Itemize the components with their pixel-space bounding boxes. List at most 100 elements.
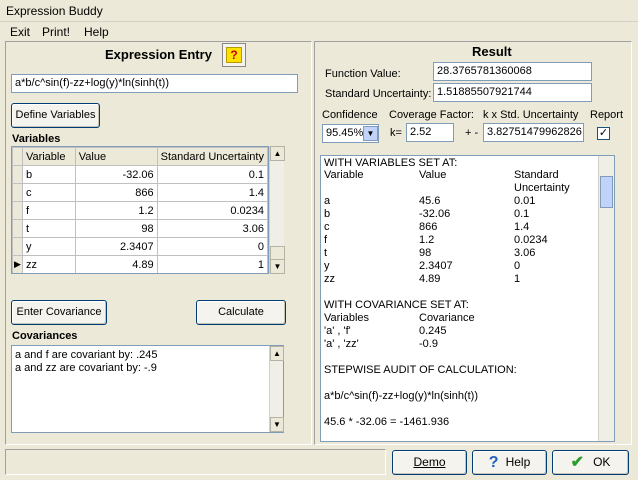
output-cov-col-covariance: Covariance [419, 312, 475, 324]
plus-minus-label: + - [465, 127, 479, 139]
confidence-value: 95.45% [326, 127, 364, 139]
variables-grid[interactable]: Variable Value Standard Uncertainty b -3… [11, 146, 269, 274]
row-indicator [12, 201, 23, 220]
cell-uncertainty[interactable]: 0 [156, 237, 268, 256]
menu-exit[interactable]: Exit [10, 25, 30, 39]
function-value-label: Function Value: [325, 68, 401, 80]
covariances-textarea[interactable]: a and f are covariant by: .245 a and zz … [11, 345, 284, 433]
calculate-button[interactable]: Calculate [196, 300, 286, 325]
cell-variable[interactable]: b [21, 165, 76, 184]
scroll-down-icon[interactable]: ▼ [270, 417, 284, 432]
table-row[interactable]: t 98 3.06 [12, 219, 268, 238]
cell-variable[interactable]: zz [21, 255, 76, 273]
cell-value[interactable]: 866 [74, 183, 158, 202]
menu-print[interactable]: Print! [42, 25, 70, 39]
coverage-factor-label: Coverage Factor: [389, 109, 474, 121]
status-bar [5, 449, 386, 475]
cell-value[interactable]: 2.3407 [74, 237, 158, 256]
ok-button[interactable]: ✔ OK [552, 450, 629, 475]
grid-scrollbar[interactable]: ▲ ▼ [269, 146, 285, 274]
cell-value[interactable]: -32.06 [74, 165, 158, 184]
demo-button[interactable]: Demo [392, 450, 467, 475]
row-indicator [12, 165, 23, 184]
row-indicator [12, 219, 23, 238]
expression-entry-heading: Expression Entry [105, 47, 212, 62]
cell-uncertainty[interactable]: 1 [156, 255, 268, 273]
output-var-name: a [324, 195, 331, 207]
grid-corner [12, 147, 23, 166]
function-value-field[interactable]: 28.3765781360068 [433, 62, 592, 81]
covariance-line: a and f are covariant by: .245 [15, 349, 158, 361]
grid-header-variable: Variable [21, 147, 76, 166]
output-col-value: Value [419, 169, 447, 181]
output-cov-col-variables: Variables [324, 312, 370, 324]
scroll-thumb[interactable] [600, 176, 613, 208]
output-scrollbar[interactable] [598, 156, 614, 441]
chevron-down-icon[interactable]: ▼ [363, 126, 378, 141]
std-uncertainty-field[interactable]: 1.51885507921744 [433, 83, 592, 102]
confidence-select[interactable]: 95.45% ▼ [322, 124, 379, 143]
cell-value[interactable]: 1.2 [74, 201, 158, 220]
output-var-value: 2.3407 [419, 260, 453, 272]
cell-variable[interactable]: y [21, 237, 76, 256]
grid-header-row: Variable Value Standard Uncertainty [12, 147, 268, 166]
output-col-variable: Variable [324, 169, 364, 181]
covariances-label: Covariances [12, 330, 78, 342]
output-audit-header: STEPWISE AUDIT OF CALCULATION: [324, 364, 517, 376]
row-indicator [12, 237, 23, 256]
current-row-arrow-icon: ▶ [12, 255, 23, 273]
output-var-unc: 0 [514, 260, 521, 272]
report-checkbox[interactable]: ✓ [597, 127, 610, 140]
output-var-name: b [324, 208, 331, 220]
define-variables-button[interactable]: Define Variables [11, 103, 100, 128]
output-var-name: t [324, 247, 328, 259]
scroll-up-icon[interactable]: ▲ [270, 146, 285, 161]
cell-uncertainty[interactable]: 1.4 [156, 183, 268, 202]
grid-header-value: Value [74, 147, 158, 166]
scroll-down-icon[interactable]: ▼ [270, 259, 285, 274]
table-row[interactable]: ▶ zz 4.89 1 [12, 255, 268, 273]
table-row[interactable]: y 2.3407 0 [12, 237, 268, 256]
output-cov-value: 0.245 [419, 325, 447, 337]
cell-uncertainty[interactable]: 0.0234 [156, 201, 268, 220]
table-row[interactable]: b -32.06 0.1 [12, 165, 268, 184]
confidence-label: Confidence [322, 109, 378, 121]
cell-uncertainty[interactable]: 3.06 [156, 219, 268, 238]
table-row[interactable]: c 866 1.4 [12, 183, 268, 202]
cell-variable[interactable]: c [21, 183, 76, 202]
cell-value[interactable]: 4.89 [74, 255, 158, 273]
expression-help-button[interactable]: ? [222, 43, 246, 67]
help-question-icon: ? [226, 47, 242, 63]
k-label: k= [390, 127, 402, 139]
output-cov-header: WITH COVARIANCE SET AT: [324, 299, 469, 311]
row-indicator [12, 183, 23, 202]
scroll-up-icon[interactable]: ▲ [270, 346, 284, 361]
coverage-factor-input[interactable]: 2.52 [406, 123, 454, 142]
kstd-field[interactable]: 3.82751479962826 [483, 123, 584, 142]
output-cov-pair: 'a' , 'zz' [324, 338, 359, 350]
cell-uncertainty[interactable]: 0.1 [156, 165, 268, 184]
output-var-unc: 0.01 [514, 195, 536, 207]
output-var-unc: 1.4 [514, 221, 530, 233]
output-var-name: c [324, 221, 330, 233]
variables-label: Variables [12, 133, 61, 145]
output-audit-step: 45.6 * -32.06 = -1461.936 [324, 416, 450, 428]
menu-help[interactable]: Help [84, 25, 109, 39]
output-var-unc: 3.06 [514, 247, 536, 259]
table-row[interactable]: f 1.2 0.0234 [12, 201, 268, 220]
report-label: Report [590, 109, 624, 121]
result-output[interactable]: WITH VARIABLES SET AT: Variable Value St… [320, 155, 615, 442]
cell-value[interactable]: 98 [74, 219, 158, 238]
expression-input[interactable]: a*b/c^sin(f)-zz+log(y)*ln(sinh(t)) [11, 74, 298, 93]
cell-variable[interactable]: t [21, 219, 76, 238]
covariances-scrollbar[interactable]: ▲ ▼ [269, 346, 284, 432]
demo-button-label: Demo [413, 455, 446, 469]
output-var-unc: 0.1 [514, 208, 530, 220]
output-var-name: y [324, 260, 330, 272]
output-col-unc: Uncertainty [514, 182, 570, 194]
cell-variable[interactable]: f [21, 201, 76, 220]
window-title: Expression Buddy [6, 4, 103, 18]
help-button[interactable]: ? Help [472, 450, 547, 475]
menu-bar: Exit Print! Help [0, 23, 638, 41]
enter-covariance-button[interactable]: Enter Covariance [11, 300, 107, 325]
